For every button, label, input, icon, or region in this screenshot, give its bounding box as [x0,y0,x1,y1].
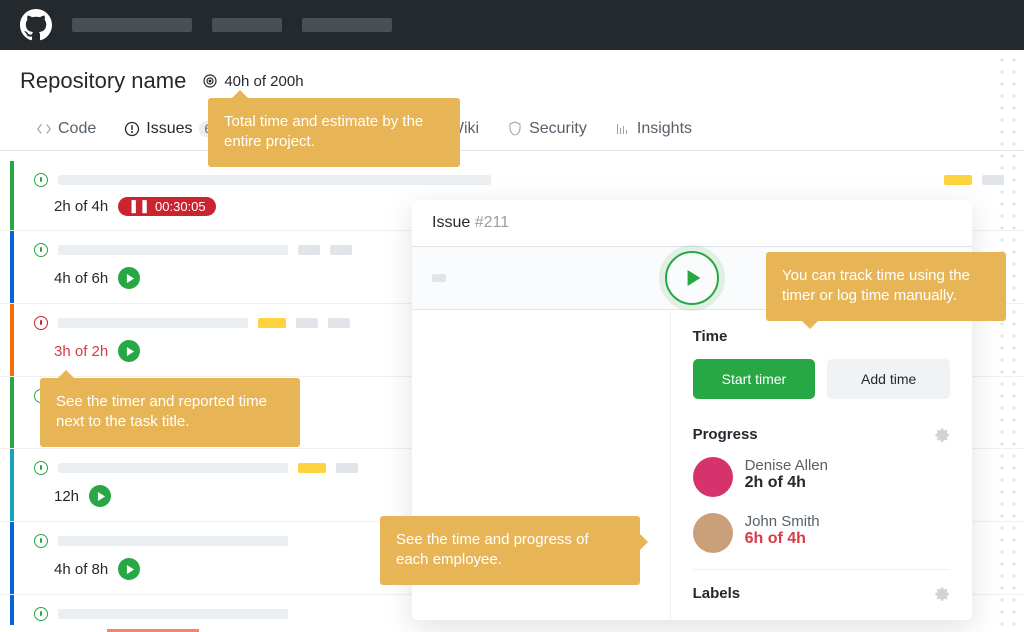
issue-time: 4h of 8h [54,561,108,578]
tooltip-employee-progress: See the time and progress of each employ… [380,516,640,585]
open-issue-icon [34,607,48,621]
nav-placeholder [72,18,192,32]
gear-icon[interactable] [932,425,950,443]
tab-issues[interactable]: Issues6 [124,120,217,150]
labels-section-title: Labels [693,585,741,602]
tooltip-track-time: You can track time using the timer or lo… [766,252,1006,321]
avatar [693,513,733,553]
open-issue-icon [34,243,48,257]
nav-placeholder [212,18,282,32]
add-time-button[interactable]: Add time [827,359,950,399]
shield-icon [507,121,523,137]
issue-time: 3h of 2h [54,343,108,360]
github-topbar [0,0,1024,50]
gear-icon[interactable] [932,584,950,602]
tooltip-task-timer: See the timer and reported time next to … [40,378,300,447]
code-icon [36,121,52,137]
play-button[interactable] [89,485,111,507]
repo-tabs: Code Issues6 Pull requests3 Projects1 Wi… [0,94,1024,151]
tab-security[interactable]: Security [507,120,587,150]
play-button[interactable] [118,558,140,580]
time-section-title: Time [693,328,950,345]
github-logo-icon [20,9,52,41]
graph-icon [615,121,631,137]
progress-section-title: Progress [693,426,758,443]
tab-code[interactable]: Code [36,120,96,150]
issue-detail-title: Issue #211 [412,200,972,246]
running-timer[interactable]: ❚❚00:30:05 [118,197,215,216]
issue-time: 12h [54,488,79,505]
repo-time-summary: 40h of 200h [202,73,303,90]
play-button[interactable] [118,267,140,289]
big-play-button[interactable] [665,251,719,305]
progress-person: John Smith6h of 4h [693,513,950,553]
open-issue-icon [34,534,48,548]
repo-title: Repository name [20,68,186,94]
play-button[interactable] [118,340,140,362]
repo-header: Repository name 40h of 200h [0,50,1024,94]
open-issue-icon [34,173,48,187]
issue-time: 4h of 6h [54,270,108,287]
progress-person: Denise Allen2h of 4h [693,457,950,497]
issue-icon [124,121,140,137]
open-issue-icon [34,461,48,475]
start-timer-button[interactable]: Start timer [693,359,816,399]
nav-placeholder [302,18,392,32]
issue-time: 2h of 4h [54,198,108,215]
open-issue-icon [34,316,48,330]
avatar [693,457,733,497]
tooltip-project-time: Total time and estimate by the entire pr… [208,98,460,167]
tab-insights[interactable]: Insights [615,120,692,150]
target-icon [202,73,218,89]
